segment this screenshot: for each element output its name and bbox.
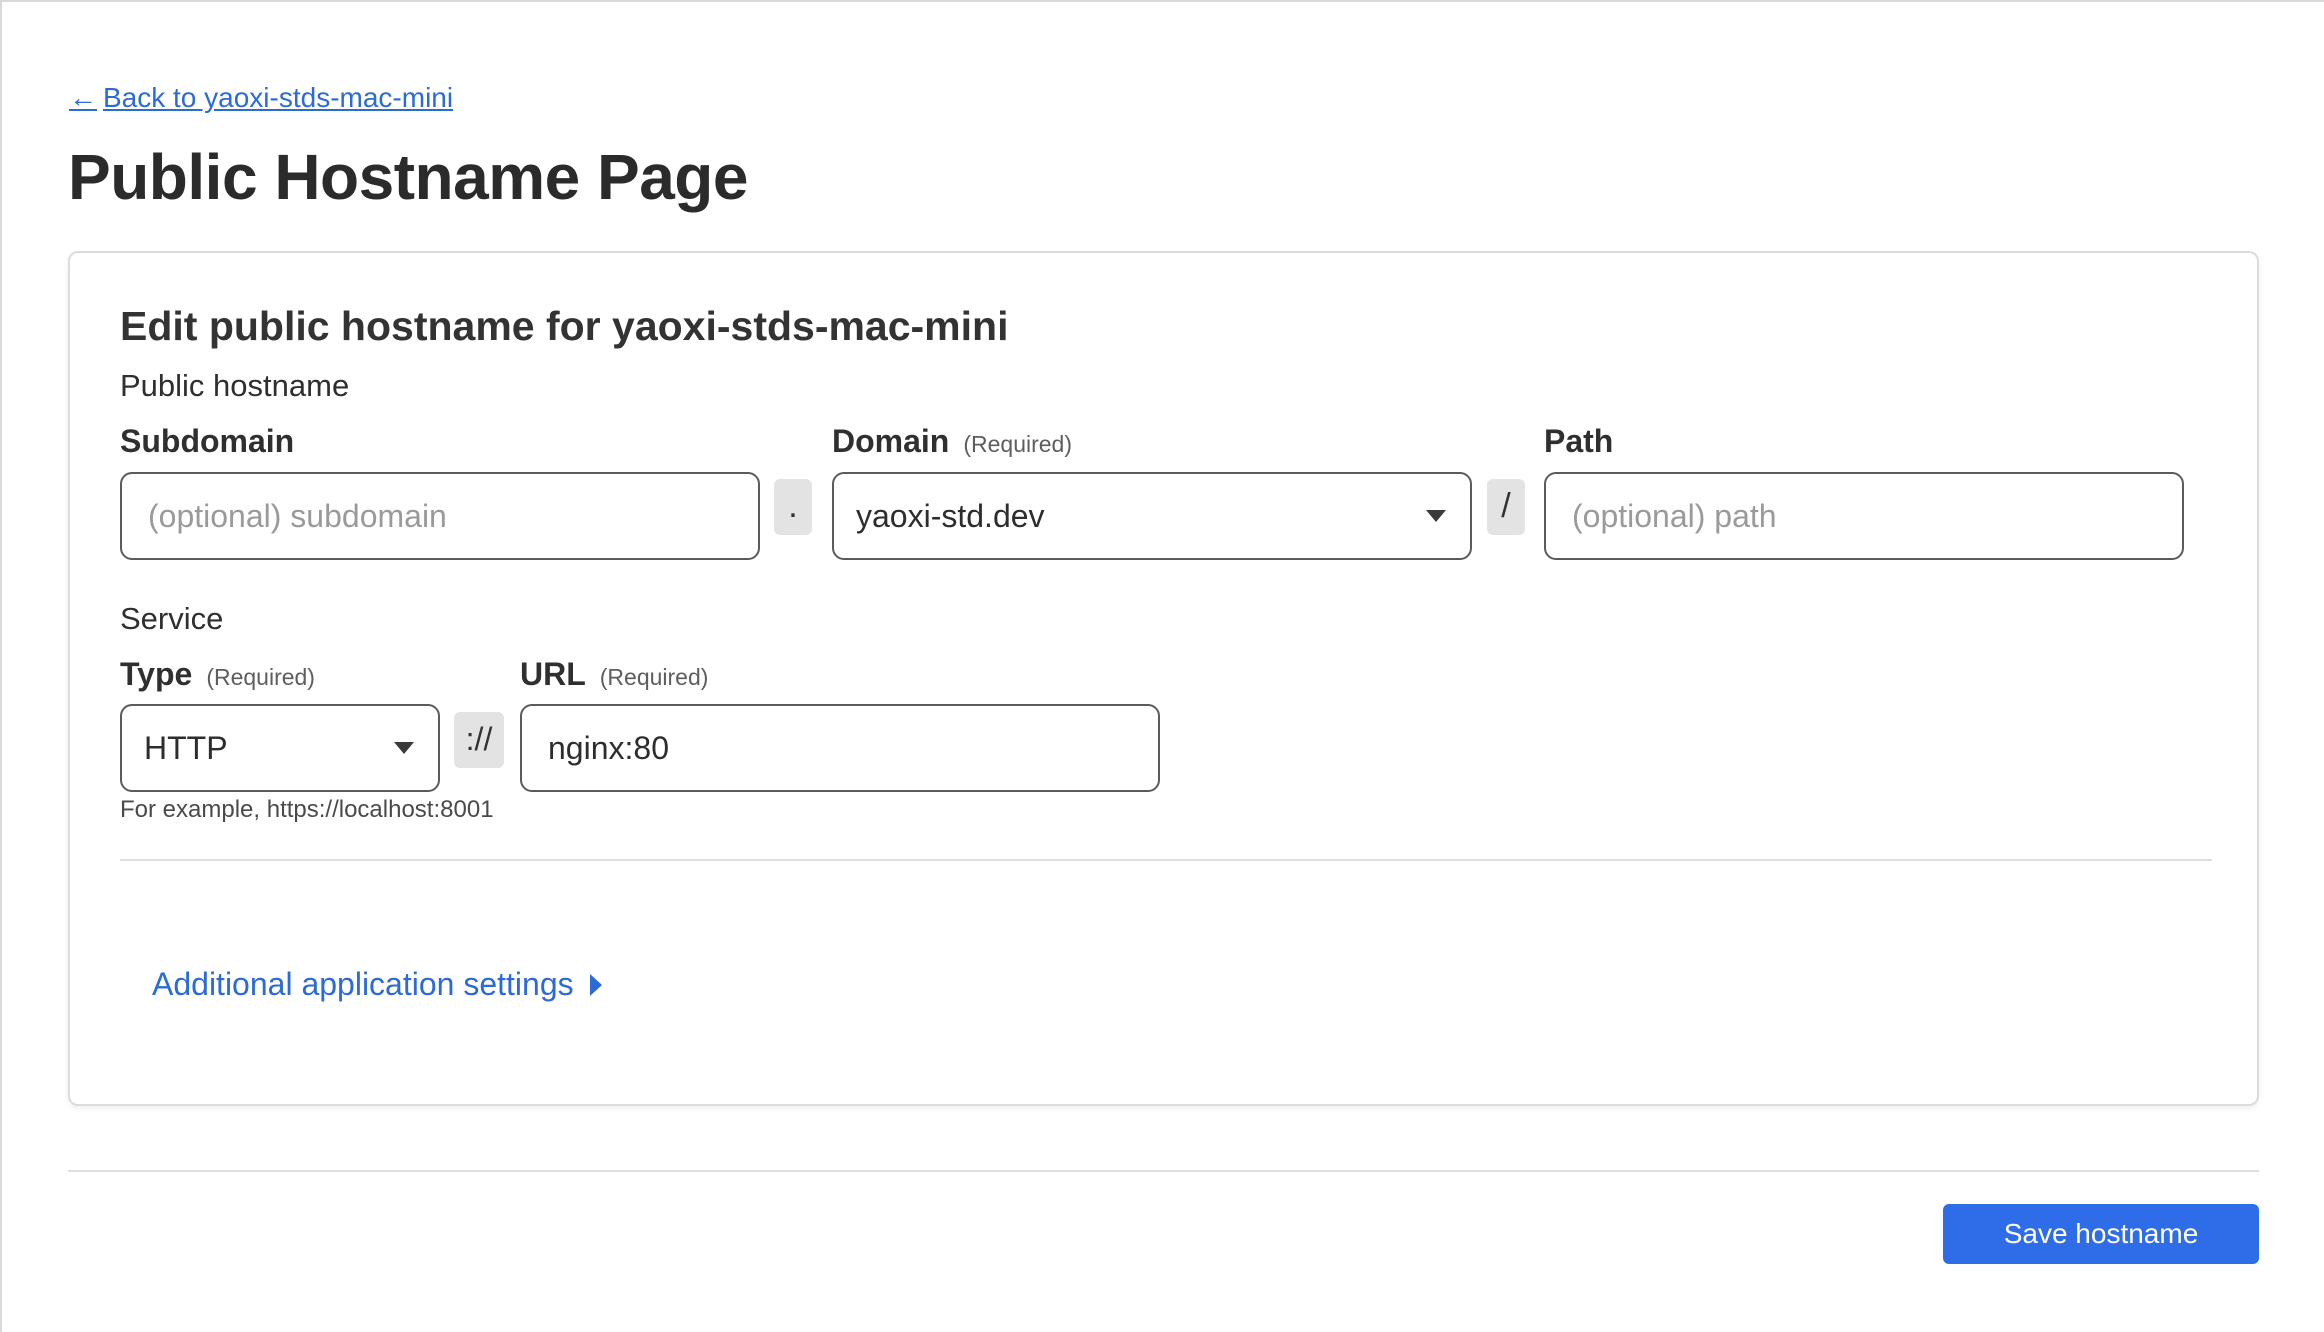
arrow-left-icon: ←	[69, 82, 97, 113]
card-divider	[120, 859, 2212, 861]
type-label-text: Type	[120, 656, 193, 692]
chevron-down-icon	[394, 742, 414, 754]
path-input[interactable]: (optional) path	[1544, 472, 2184, 560]
save-hostname-button[interactable]: Save hostname	[1943, 1204, 2259, 1264]
path-label-text: Path	[1544, 423, 1614, 459]
additional-settings-toggle[interactable]: Additional application settings	[152, 966, 602, 1003]
domain-required-text: (Required)	[963, 431, 1072, 457]
card-title: Edit public hostname for yaoxi-stds-mac-…	[120, 303, 1009, 349]
url-value: nginx:80	[548, 729, 669, 766]
edit-hostname-card: Edit public hostname for yaoxi-stds-mac-…	[68, 251, 2259, 1106]
subdomain-label: Subdomain	[120, 423, 294, 460]
subdomain-label-text: Subdomain	[120, 423, 295, 459]
url-input[interactable]: nginx:80	[520, 704, 1160, 792]
dot-separator: .	[774, 479, 812, 535]
caret-right-icon	[589, 973, 602, 996]
additional-settings-label: Additional application settings	[152, 966, 574, 1002]
back-link-label: Back to yaoxi-stds-mac-mini	[103, 82, 454, 113]
domain-label: Domain (Required)	[832, 423, 1072, 460]
path-label: Path	[1544, 423, 1613, 460]
url-hint: For example, https://localhost:8001	[120, 796, 494, 823]
footer-divider	[68, 1170, 2259, 1172]
type-label: Type (Required)	[120, 656, 315, 693]
slash-separator: /	[1487, 479, 1525, 535]
public-hostname-section-label: Public hostname	[120, 368, 350, 403]
type-select[interactable]: HTTP	[120, 704, 440, 792]
domain-value: yaoxi-std.dev	[856, 497, 1045, 534]
url-required-text: (Required)	[599, 664, 709, 690]
back-link[interactable]: ← Back to yaoxi-stds-mac-mini	[69, 82, 453, 114]
subdomain-input[interactable]: (optional) subdomain	[120, 472, 760, 560]
path-placeholder: (optional) path	[1572, 497, 1777, 534]
type-value: HTTP	[144, 729, 228, 766]
chevron-down-icon	[1426, 510, 1446, 522]
domain-select[interactable]: yaoxi-std.dev	[832, 472, 1472, 560]
type-required-text: (Required)	[206, 664, 315, 690]
url-label-text: URL	[520, 656, 586, 692]
page-title: Public Hostname Page	[68, 141, 748, 213]
service-section-label: Service	[120, 601, 224, 636]
subdomain-placeholder: (optional) subdomain	[148, 497, 447, 534]
scheme-separator: ://	[454, 712, 504, 768]
url-label: URL (Required)	[520, 656, 708, 693]
domain-label-text: Domain	[832, 423, 950, 459]
